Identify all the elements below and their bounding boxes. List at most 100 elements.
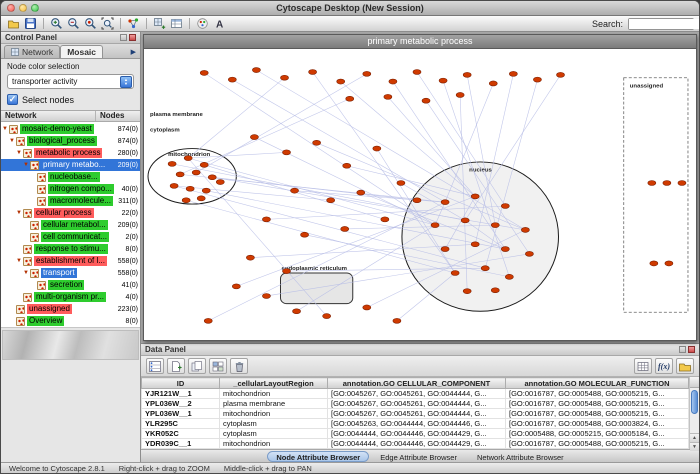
graph-node[interactable] — [533, 77, 541, 82]
graph-node[interactable] — [556, 72, 564, 77]
table-row[interactable]: YPL036W__2plasma membrane[GO:0045267, GO… — [142, 399, 689, 409]
graph-node[interactable] — [341, 226, 349, 231]
zoom-out-icon[interactable] — [66, 17, 81, 31]
select-nodes-checkbox[interactable]: ✓ — [7, 94, 18, 105]
node-color-select[interactable]: transporter activity ▲▼ — [7, 74, 134, 89]
graph-node[interactable] — [327, 198, 335, 203]
graph-node[interactable] — [393, 318, 401, 323]
table-row[interactable]: YKR052Ccytoplasm[GO:0044444, GO:0044446,… — [142, 429, 689, 439]
graph-node[interactable] — [343, 163, 351, 168]
graph-node[interactable] — [283, 150, 291, 155]
save-session-icon[interactable] — [23, 17, 38, 31]
tab-node-attribute-browser[interactable]: Node Attribute Browser — [267, 451, 369, 462]
graph-node[interactable] — [176, 172, 184, 177]
graph-node[interactable] — [525, 251, 533, 256]
graph-node[interactable] — [182, 198, 190, 203]
table-row[interactable]: YJR121W__1mitochondrion[GO:0045267, GO:0… — [142, 389, 689, 399]
graph-node[interactable] — [192, 170, 200, 175]
map-attributes-icon[interactable] — [634, 358, 652, 374]
maximize-window-button[interactable] — [31, 4, 39, 12]
graph-node[interactable] — [309, 69, 317, 74]
graph-node[interactable] — [491, 223, 499, 228]
close-panel-icon[interactable] — [688, 346, 695, 353]
scroll-up-icon[interactable]: ▲ — [690, 433, 699, 442]
graph-node[interactable] — [413, 198, 421, 203]
graph-node[interactable] — [471, 194, 479, 199]
scrollbar-thumb[interactable] — [691, 390, 698, 414]
import-table-icon[interactable] — [169, 17, 184, 31]
graph-node[interactable] — [663, 181, 671, 186]
graph-node[interactable] — [501, 203, 509, 208]
tree-item[interactable]: response to stimu...8(0) — [1, 243, 140, 255]
graph-node[interactable] — [208, 175, 216, 180]
table-row[interactable]: YPL036W__1mitochondrion[GO:0045267, GO:0… — [142, 409, 689, 419]
zoom-in-icon[interactable] — [49, 17, 64, 31]
tab-scroll-right-icon[interactable]: ▶ — [131, 48, 140, 58]
graph-node[interactable] — [291, 188, 299, 193]
tree-item[interactable]: secretion41(0) — [1, 279, 140, 291]
select-attributes-icon[interactable] — [146, 358, 164, 374]
graph-node[interactable] — [422, 98, 430, 103]
tree-item[interactable]: Overview8(0) — [1, 315, 140, 327]
graph-node[interactable] — [293, 309, 301, 314]
graph-node[interactable] — [363, 71, 371, 76]
graph-node[interactable] — [481, 266, 489, 271]
tree-item[interactable]: ▼cellular process22(0) — [1, 207, 140, 219]
search-input[interactable] — [629, 19, 700, 29]
graph-node[interactable] — [471, 242, 479, 247]
zoom-selected-icon[interactable] — [83, 17, 98, 31]
import-attributes-icon[interactable] — [676, 358, 694, 374]
tree-expander-icon[interactable]: ▼ — [22, 162, 30, 168]
graph-node[interactable] — [373, 146, 381, 151]
graph-node[interactable] — [184, 156, 192, 161]
tab-network-attribute-browser[interactable]: Network Attribute Browser — [468, 451, 573, 462]
graph-node[interactable] — [301, 232, 309, 237]
tree-item[interactable]: cellular metabol...209(0) — [1, 219, 140, 231]
tree-expander-icon[interactable]: ▼ — [1, 126, 9, 132]
graph-node[interactable] — [262, 293, 270, 298]
tree-item[interactable]: unassigned223(0) — [1, 303, 140, 315]
tree-item[interactable]: nucleobase... — [1, 171, 140, 183]
graph-node[interactable] — [489, 81, 497, 86]
vizmapper-icon[interactable] — [195, 17, 210, 31]
graph-node[interactable] — [168, 161, 176, 166]
tree-expander-icon[interactable]: ▼ — [8, 138, 16, 144]
graph-node[interactable] — [397, 181, 405, 186]
graph-node[interactable] — [170, 183, 178, 188]
graph-node[interactable] — [228, 77, 236, 82]
open-session-icon[interactable] — [6, 17, 21, 31]
column-header[interactable]: annotation.GO MOLECULAR_FUNCTION — [506, 378, 689, 389]
graph-node[interactable] — [357, 190, 365, 195]
tree-item[interactable]: ▼mosaic-demo-yeast874(0) — [1, 123, 140, 135]
table-corner-button[interactable] — [690, 377, 699, 388]
column-header[interactable]: ID — [142, 378, 220, 389]
tree-item[interactable]: nitrogen compo...40(0) — [1, 183, 140, 195]
graph-node[interactable] — [665, 261, 673, 266]
copy-attribute-icon[interactable] — [188, 358, 206, 374]
graph-node[interactable] — [204, 318, 212, 323]
tree-item[interactable]: macromolecule...311(0) — [1, 195, 140, 207]
graph-node[interactable] — [650, 261, 658, 266]
tree-item[interactable]: ▼biological_process874(0) — [1, 135, 140, 147]
graph-node[interactable] — [346, 96, 354, 101]
graph-node[interactable] — [381, 217, 389, 222]
attribute-matrix-icon[interactable] — [209, 358, 227, 374]
column-header[interactable]: annotation.GO CELLULAR_COMPONENT — [328, 378, 506, 389]
graph-node[interactable] — [323, 314, 331, 319]
network-overview-icon[interactable] — [126, 17, 141, 31]
table-vertical-scrollbar[interactable]: ▲ ▼ — [689, 377, 699, 449]
table-row[interactable]: YDR039C__1mitochondrion[GO:0044444, GO:0… — [142, 439, 689, 449]
tree-expander-icon[interactable]: ▼ — [22, 270, 30, 276]
tree-item[interactable]: multi-organism pr...4(0) — [1, 291, 140, 303]
graph-node[interactable] — [509, 71, 517, 76]
close-panel-icon[interactable] — [129, 34, 136, 41]
zoom-fit-icon[interactable] — [100, 17, 115, 31]
network-graph[interactable]: plasma membranecytoplasmmitochondrionnuc… — [144, 49, 696, 340]
tree-expander-icon[interactable]: ▼ — [15, 210, 23, 216]
graph-node[interactable] — [439, 78, 447, 83]
graph-node[interactable] — [363, 305, 371, 310]
scroll-down-icon[interactable]: ▼ — [690, 442, 699, 451]
annotation-icon[interactable]: A — [212, 17, 227, 31]
tab-mosaic[interactable]: Mosaic — [60, 45, 103, 58]
network-canvas[interactable]: plasma membranecytoplasmmitochondrionnuc… — [144, 49, 696, 340]
